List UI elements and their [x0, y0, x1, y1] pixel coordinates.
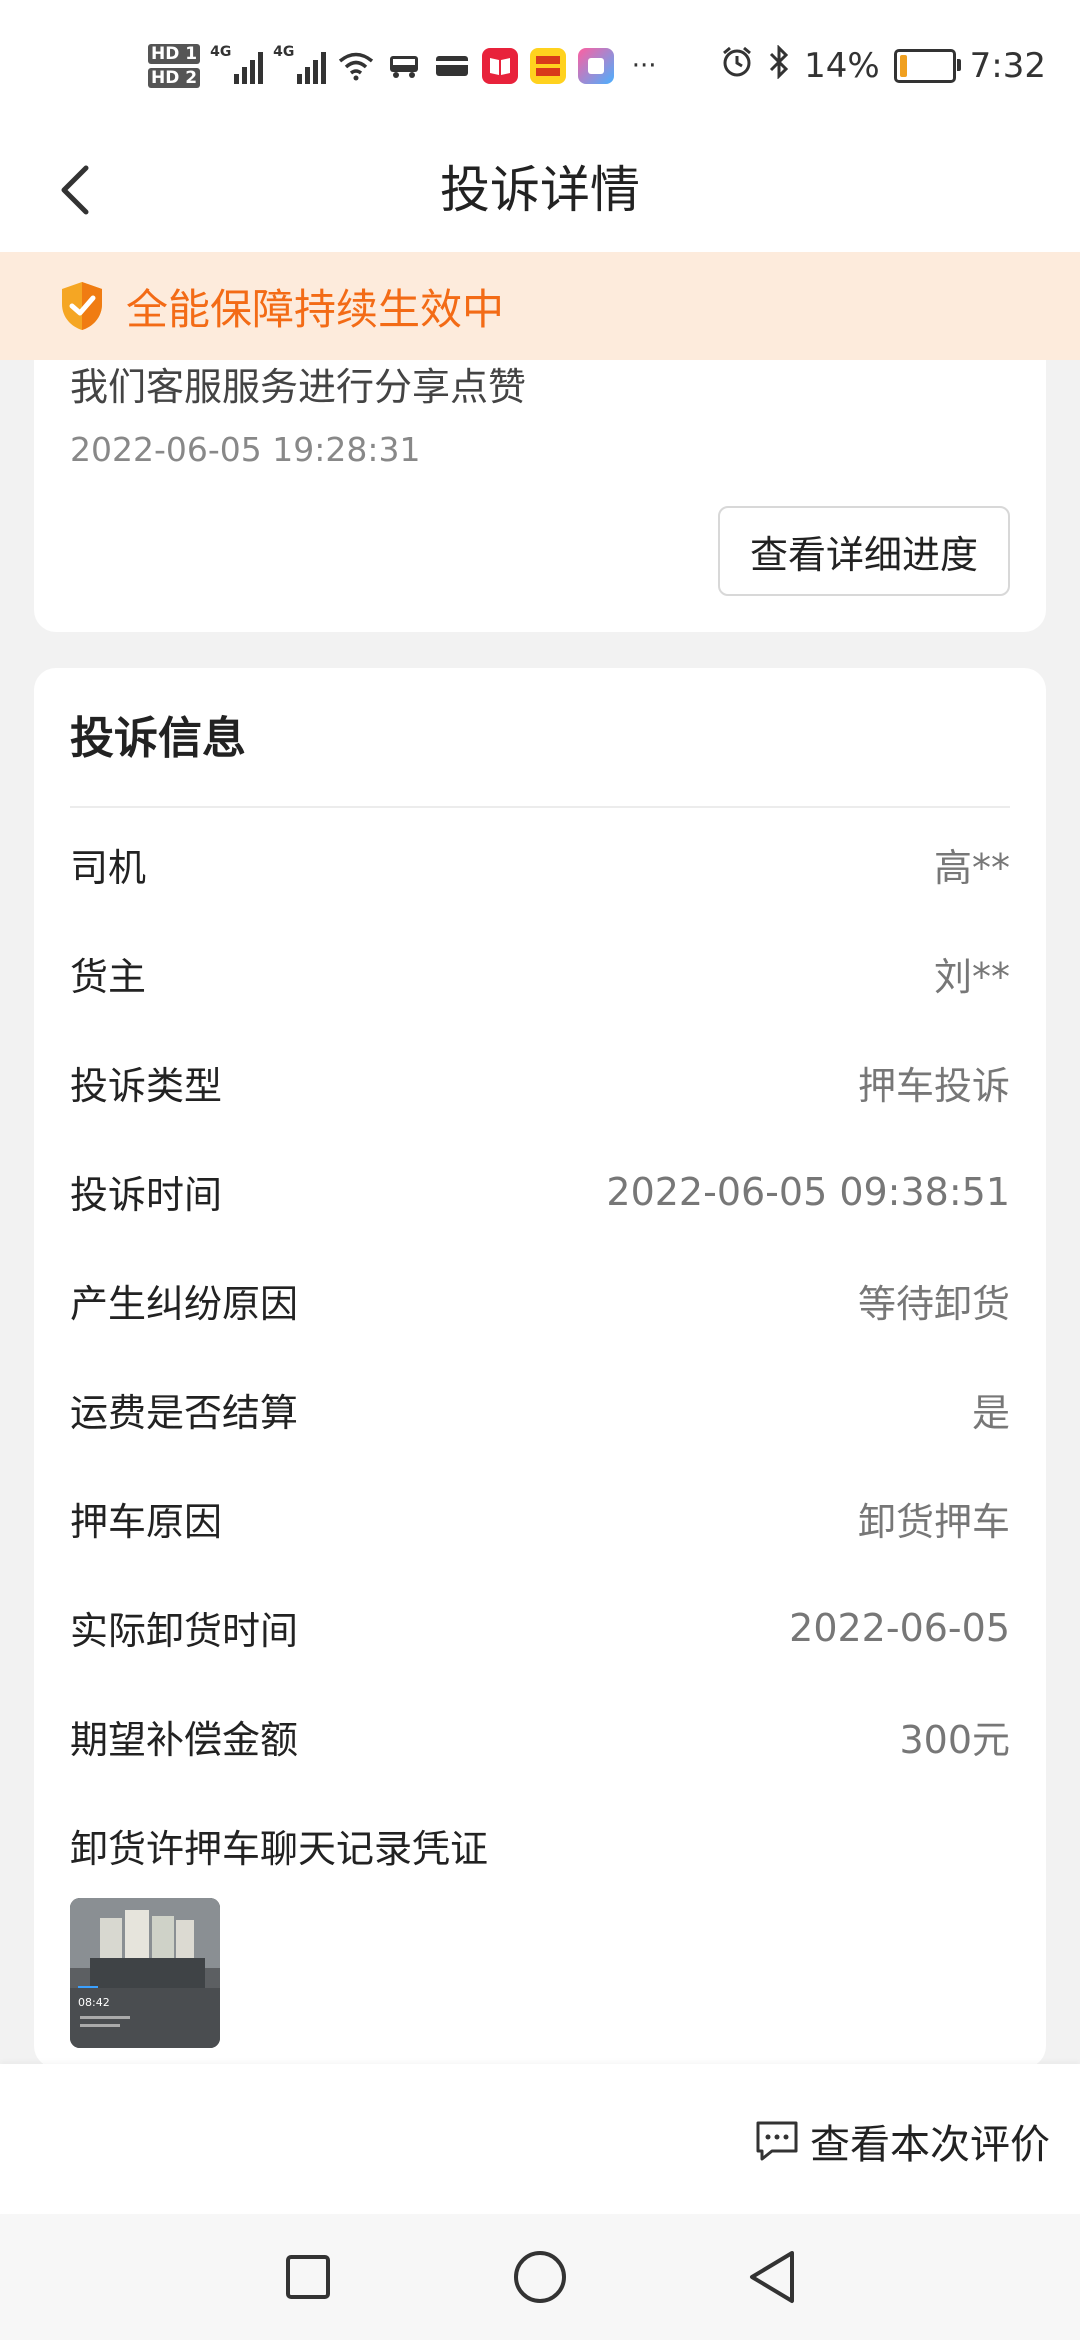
page-title: 投诉详情	[440, 161, 640, 219]
complaint-info-card: 投诉信息 司机 高** 货主 刘** 投诉类型 押车投诉 投诉时间 2022-06-05…	[34, 668, 1046, 2068]
signal-icon-2: 4G	[273, 44, 327, 84]
card-icon	[434, 51, 470, 81]
row-value: 300元	[899, 1718, 1010, 1762]
battery-percent: 14%	[804, 46, 880, 86]
protection-banner: 全能保障持续生效中	[0, 252, 1080, 360]
info-rows: 司机 高** 货主 刘** 投诉类型 押车投诉 投诉时间 2022-06-05 09:3…	[70, 810, 1010, 1791]
row-label: 运费是否结算	[70, 1391, 299, 1435]
triangle-back-icon	[750, 2251, 794, 2303]
clock-time: 7:32	[969, 46, 1046, 86]
system-nav-bar	[0, 2214, 1080, 2340]
row-value: 2022-06-05 09:38:51	[606, 1169, 1010, 1214]
bluetooth-icon	[768, 43, 790, 88]
divider	[70, 806, 1010, 808]
evidence-photo: 08:42	[70, 1898, 220, 2048]
row-value: 2022-06-05	[789, 1605, 1010, 1650]
alarm-icon	[720, 45, 754, 88]
row-value: 等待卸货	[857, 1282, 1010, 1326]
hd1-badge: HD 1	[148, 44, 201, 64]
progress-timestamp: 2022-06-05 19:28:31	[70, 430, 421, 469]
row-label: 投诉类型	[70, 1064, 223, 1108]
toolbox-app-icon	[578, 48, 615, 84]
photo-time-stamp: 08:42	[78, 1996, 110, 2009]
info-row-compensation: 期望补偿金额 300元	[70, 1682, 1010, 1791]
view-rating-label: 查看本次评价	[810, 2122, 1050, 2168]
info-row-driver: 司机 高**	[70, 810, 1010, 919]
row-label: 货主	[70, 955, 147, 999]
comment-icon	[756, 2121, 798, 2161]
row-value: 刘**	[933, 955, 1010, 999]
network-type-1: 4G	[210, 44, 232, 60]
section-title: 投诉信息	[70, 713, 246, 764]
row-value: 是	[971, 1391, 1010, 1435]
truck-icon	[386, 51, 422, 81]
view-rating-button[interactable]: 查看本次评价	[754, 2112, 1050, 2170]
signal-icon: 4G	[210, 44, 264, 84]
row-label: 期望补偿金额	[70, 1718, 299, 1762]
row-label: 司机	[70, 846, 147, 890]
info-row-detention-reason: 押车原因 卸货押车	[70, 1464, 1010, 1573]
more-notifications-icon: ···	[631, 51, 657, 81]
bottom-action-bar: 查看本次评价	[0, 2064, 1080, 2214]
recent-apps-button[interactable]	[273, 2242, 343, 2312]
info-row-unload-time: 实际卸货时间 2022-06-05	[70, 1573, 1010, 1682]
hd2-badge: HD 2	[148, 68, 201, 88]
network-type-2: 4G	[273, 44, 295, 60]
shield-check-icon	[62, 282, 102, 330]
wifi-icon	[338, 51, 374, 81]
info-row-freight-settled: 运费是否结算 是	[70, 1355, 1010, 1464]
banner-text: 全能保障持续生效中	[126, 284, 505, 334]
info-row-complaint-time: 投诉时间 2022-06-05 09:38:51	[70, 1137, 1010, 1246]
info-row-shipper: 货主 刘**	[70, 919, 1010, 1028]
sim-indicator: HD 1 HD 2	[148, 44, 201, 88]
status-right-icons: 14% 7:32	[720, 36, 1046, 96]
info-row-complaint-type: 投诉类型 押车投诉	[70, 1028, 1010, 1137]
progress-description: 我们客服服务进行分享点赞	[70, 365, 527, 409]
battery-icon	[893, 49, 961, 83]
evidence-thumbnail[interactable]: 08:42	[70, 1898, 220, 2048]
book-app-icon	[482, 48, 519, 84]
row-label: 实际卸货时间	[70, 1609, 299, 1653]
progress-card: 我们客服服务进行分享点赞 2022-06-05 19:28:31 查看详细进度	[34, 330, 1046, 632]
row-label: 产生纠纷原因	[70, 1282, 299, 1326]
info-row-dispute-reason: 产生纠纷原因 等待卸货	[70, 1246, 1010, 1355]
promo-app-icon	[530, 48, 567, 84]
home-button[interactable]	[505, 2242, 575, 2312]
row-value: 押车投诉	[857, 1064, 1010, 1108]
status-bar: HD 1 HD 2 4G 4G ··· 14% 7:32	[0, 0, 1080, 130]
row-value: 高**	[933, 846, 1010, 890]
row-value: 卸货押车	[857, 1500, 1010, 1544]
view-detailed-progress-button[interactable]: 查看详细进度	[718, 506, 1010, 596]
row-label: 投诉时间	[70, 1173, 223, 1217]
row-label: 押车原因	[70, 1500, 223, 1544]
status-left-icons: HD 1 HD 2 4G 4G ···	[148, 36, 662, 96]
square-icon	[286, 2255, 330, 2299]
app-header: 投诉详情	[0, 130, 1080, 252]
evidence-label: 卸货许押车聊天记录凭证	[70, 1827, 489, 1871]
back-nav-button[interactable]	[737, 2242, 807, 2312]
circle-icon	[514, 2251, 566, 2303]
